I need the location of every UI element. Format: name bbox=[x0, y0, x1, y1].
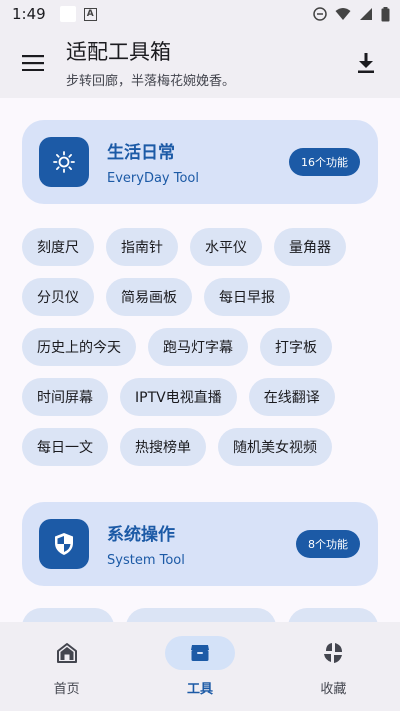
category-text: 系统操作 System Tool bbox=[107, 520, 185, 568]
home-icon bbox=[56, 643, 77, 663]
tool-chip[interactable]: 水平仪 bbox=[190, 228, 262, 266]
tool-chip[interactable]: 历史上的今天 bbox=[22, 328, 136, 366]
nav-pill bbox=[32, 636, 102, 670]
tool-chip[interactable]: 每日早报 bbox=[204, 278, 290, 316]
category-title: 系统操作 bbox=[107, 525, 175, 545]
category-card-everyday[interactable]: 生活日常 EveryDay Tool 16个功能 bbox=[22, 120, 378, 204]
category-subtitle: System Tool bbox=[107, 553, 185, 568]
battery-icon bbox=[381, 6, 390, 21]
tool-chip-partial[interactable] bbox=[288, 608, 378, 622]
tool-chip[interactable]: 随机美女视频 bbox=[218, 428, 332, 466]
category-title: 生活日常 bbox=[107, 143, 175, 163]
tool-chip[interactable]: 每日一文 bbox=[22, 428, 108, 466]
notification-square-icon bbox=[59, 6, 76, 22]
nav-pill bbox=[298, 636, 368, 670]
app-title: 适配工具箱 bbox=[66, 39, 171, 64]
tool-list[interactable]: 生活日常 EveryDay Tool 16个功能 刻度尺 指南针 水平仪 量角器… bbox=[0, 98, 400, 622]
tool-chip[interactable]: 刻度尺 bbox=[22, 228, 94, 266]
tool-chip[interactable]: 简易画板 bbox=[106, 278, 192, 316]
tool-chip[interactable]: 在线翻译 bbox=[248, 378, 335, 416]
nav-label: 收藏 bbox=[320, 682, 347, 697]
nav-label-active: 工具 bbox=[186, 682, 213, 697]
sun-gear-icon bbox=[53, 151, 75, 173]
notification-a-icon: A bbox=[83, 7, 97, 21]
toolbox-icon bbox=[190, 645, 209, 661]
tool-chip[interactable]: IPTV电视直播 bbox=[120, 378, 237, 416]
system-icons bbox=[313, 6, 390, 22]
category-card-system[interactable]: 系统操作 System Tool 8个功能 bbox=[22, 502, 378, 586]
tool-chip[interactable]: 分贝仪 bbox=[22, 278, 94, 316]
nav-item-home[interactable]: 首页 bbox=[0, 622, 133, 711]
tool-chips-everyday: 刻度尺 指南针 水平仪 量角器 分贝仪 简易画板 每日早报 历史上的今天 跑马灯… bbox=[22, 228, 378, 478]
chip-row bbox=[22, 608, 378, 622]
signal-icon bbox=[360, 8, 372, 20]
tool-chip[interactable]: 跑马灯字幕 bbox=[148, 328, 248, 366]
status-time: 1:49 bbox=[12, 5, 46, 23]
category-icon-box bbox=[39, 137, 89, 187]
category-count-badge: 16个功能 bbox=[289, 148, 360, 176]
tool-chip[interactable]: 时间屏幕 bbox=[22, 378, 108, 416]
download-button[interactable] bbox=[350, 47, 382, 79]
chip-row: 每日一文 热搜榜单 随机美女视频 bbox=[22, 428, 378, 466]
app-titles: 适配工具箱 步转回廊，半落梅花婉娩香。 bbox=[66, 38, 235, 89]
nav-label: 首页 bbox=[53, 682, 80, 697]
category-subtitle: EveryDay Tool bbox=[107, 171, 199, 186]
chip-row: 历史上的今天 跑马灯字幕 打字板 bbox=[22, 328, 378, 366]
tool-chip[interactable]: 热搜榜单 bbox=[120, 428, 206, 466]
tool-chip[interactable]: 打字板 bbox=[260, 328, 332, 366]
nav-item-collection[interactable]: 收藏 bbox=[267, 622, 400, 711]
chip-row: 时间屏幕 IPTV电视直播 在线翻译 bbox=[22, 378, 378, 416]
tool-chip[interactable]: 指南针 bbox=[106, 228, 178, 266]
tool-chip[interactable]: 量角器 bbox=[274, 228, 346, 266]
bottom-navigation: 首页 工具 收藏 bbox=[0, 622, 400, 711]
tool-chips-system bbox=[22, 608, 378, 622]
collection-icon bbox=[324, 643, 343, 663]
app-bar: 适配工具箱 步转回廊，半落梅花婉娩香。 bbox=[0, 28, 400, 98]
nav-item-tools[interactable]: 工具 bbox=[133, 622, 266, 711]
download-icon bbox=[358, 53, 374, 73]
hamburger-menu-icon bbox=[22, 55, 44, 71]
tool-chip-partial[interactable] bbox=[126, 608, 276, 622]
menu-button[interactable] bbox=[16, 46, 50, 80]
category-count-badge: 8个功能 bbox=[296, 530, 360, 558]
nav-pill-active bbox=[164, 636, 235, 670]
app-subtitle: 步转回廊，半落梅花婉娩香。 bbox=[66, 73, 236, 89]
category-icon-box bbox=[39, 519, 89, 569]
status-bar: 1:49 A bbox=[0, 0, 400, 28]
dnd-icon bbox=[313, 7, 327, 21]
shield-icon bbox=[55, 533, 73, 555]
chip-row: 刻度尺 指南针 水平仪 量角器 bbox=[22, 228, 378, 266]
tool-chip-partial[interactable] bbox=[22, 608, 114, 622]
chip-row: 分贝仪 简易画板 每日早报 bbox=[22, 278, 378, 316]
notification-icons: A bbox=[59, 6, 97, 22]
wifi-icon bbox=[335, 8, 351, 20]
category-text: 生活日常 EveryDay Tool bbox=[107, 138, 199, 186]
